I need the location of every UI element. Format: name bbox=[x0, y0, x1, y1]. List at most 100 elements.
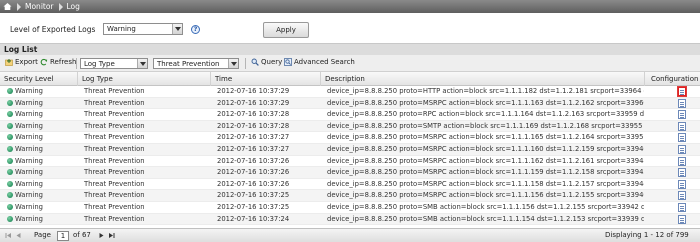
table-row[interactable]: Warning Threat Prevention 2012-07-16 10:37… bbox=[0, 97, 700, 110]
page-count-label: of 67 bbox=[73, 231, 91, 239]
breadcrumb-separator-icon bbox=[58, 2, 63, 11]
page-number-input[interactable]: 1 bbox=[57, 231, 69, 241]
log-category-select[interactable]: Threat Prevention bbox=[153, 58, 239, 69]
table-row[interactable]: Warning Threat Prevention 2012-07-16 10:37… bbox=[0, 86, 700, 98]
status-dot-icon bbox=[7, 192, 13, 199]
advanced-search-icon bbox=[284, 58, 292, 66]
breadcrumb-monitor[interactable]: Monitor bbox=[12, 2, 54, 11]
query-button[interactable]: Query bbox=[251, 58, 282, 66]
table-row[interactable]: Warning Threat Prevention 2012-07-16 10:37… bbox=[0, 144, 700, 156]
export-level-label: Level of Exported Logs bbox=[10, 25, 96, 34]
chevron-down-icon[interactable] bbox=[137, 59, 147, 68]
magnifier-icon bbox=[251, 58, 259, 66]
table-row[interactable]: Warning Threat Prevention 2012-07-16 10:37… bbox=[0, 179, 700, 191]
description-cell: device_ip=8.8.8.250 proto=MSRPC action=b… bbox=[327, 179, 644, 188]
next-page-icon[interactable] bbox=[98, 232, 105, 239]
export-level-value: Warning bbox=[107, 25, 136, 33]
help-icon[interactable]: ? bbox=[191, 25, 200, 34]
log-table-header: Security Level Log Type Time Description… bbox=[0, 72, 700, 86]
configuration-document-icon[interactable] bbox=[678, 214, 686, 224]
log-type-cell: Threat Prevention bbox=[84, 98, 145, 107]
apply-button[interactable]: Apply bbox=[263, 22, 309, 38]
configuration-document-icon[interactable] bbox=[678, 121, 686, 131]
page-label: Page bbox=[34, 231, 51, 239]
log-type-cell: Threat Prevention bbox=[84, 179, 145, 188]
configuration-document-icon[interactable] bbox=[678, 179, 686, 189]
log-type-cell: Threat Prevention bbox=[84, 203, 145, 211]
first-page-icon[interactable] bbox=[5, 232, 12, 239]
refresh-button[interactable]: Refresh bbox=[40, 58, 76, 66]
description-cell: device_ip=8.8.8.250 proto=HTTP action=bl… bbox=[327, 87, 644, 95]
description-cell: device_ip=8.8.8.250 proto=MSRPC action=b… bbox=[327, 168, 644, 177]
last-page-icon[interactable] bbox=[108, 232, 115, 239]
configuration-document-icon[interactable] bbox=[678, 133, 686, 143]
export-icon bbox=[5, 58, 13, 66]
log-type-cell: Threat Prevention bbox=[84, 168, 145, 177]
status-dot-icon bbox=[7, 88, 13, 94]
description-cell: device_ip=8.8.8.250 proto=MSRPC action=b… bbox=[327, 191, 644, 200]
configuration-document-icon[interactable] bbox=[677, 86, 687, 97]
security-level-text: Warning bbox=[15, 133, 43, 142]
toolbar-divider bbox=[76, 58, 77, 69]
export-level-select[interactable]: Warning bbox=[103, 23, 183, 35]
column-header-description[interactable]: Description bbox=[321, 72, 645, 86]
log-table-body: Warning Threat Prevention 2012-07-16 10:37… bbox=[0, 86, 700, 226]
column-header-security-level[interactable]: Security Level bbox=[0, 72, 78, 86]
chevron-down-icon[interactable] bbox=[228, 59, 238, 68]
configuration-document-icon[interactable] bbox=[678, 203, 686, 212]
home-icon[interactable] bbox=[3, 2, 12, 11]
table-row[interactable]: Warning Threat Prevention 2012-07-16 10:37… bbox=[0, 156, 700, 168]
time-cell: 2012-07-16 10:37:27 bbox=[217, 145, 290, 153]
security-level-cell: Warning bbox=[4, 144, 78, 155]
security-level-cell: Warning bbox=[4, 109, 78, 120]
previous-page-icon[interactable] bbox=[15, 232, 22, 239]
configuration-document-icon[interactable] bbox=[678, 156, 686, 166]
configuration-document-icon[interactable] bbox=[678, 191, 686, 201]
time-cell: 2012-07-16 10:37:28 bbox=[217, 121, 290, 130]
status-dot-icon bbox=[7, 134, 13, 141]
configuration-document-icon[interactable] bbox=[678, 98, 686, 108]
log-type-select[interactable]: Log Type bbox=[80, 58, 148, 69]
configuration-document-icon[interactable] bbox=[678, 110, 686, 120]
table-row[interactable]: Warning Threat Prevention 2012-07-16 10:37… bbox=[0, 120, 700, 133]
status-dot-icon bbox=[7, 146, 13, 152]
breadcrumb-log[interactable]: Log bbox=[54, 2, 80, 11]
table-row[interactable]: Warning Threat Prevention 2012-07-16 10:37… bbox=[0, 167, 700, 179]
table-row[interactable]: Warning Threat Prevention 2012-07-16 10:37… bbox=[0, 213, 700, 226]
log-type-cell: Threat Prevention bbox=[84, 145, 145, 153]
status-dot-icon bbox=[7, 180, 13, 187]
table-row[interactable]: Warning Threat Prevention 2012-07-16 10:37… bbox=[0, 190, 700, 202]
time-cell: 2012-07-16 10:37:24 bbox=[217, 214, 290, 223]
export-label: Export bbox=[15, 58, 38, 66]
column-header-configuration[interactable]: Configuration bbox=[645, 72, 700, 86]
description-cell: device_ip=8.8.8.250 proto=SMTP action=bl… bbox=[327, 121, 644, 130]
log-type-cell: Threat Prevention bbox=[84, 133, 145, 142]
time-cell: 2012-07-16 10:37:29 bbox=[217, 87, 290, 95]
breadcrumb-log-label: Log bbox=[66, 2, 80, 11]
security-level-text: Warning bbox=[15, 191, 43, 200]
configuration-document-icon[interactable] bbox=[678, 168, 686, 178]
log-type-cell: Threat Prevention bbox=[84, 121, 145, 130]
log-toolbar: Export Refresh Log Type Threat Preventio… bbox=[0, 55, 700, 72]
security-level-text: Warning bbox=[15, 98, 43, 107]
description-cell: device_ip=8.8.8.250 proto=SMB action=blo… bbox=[327, 214, 644, 223]
refresh-icon bbox=[40, 58, 48, 66]
display-count-text: Displaying 1 - 12 of 799 bbox=[605, 231, 689, 239]
refresh-label: Refresh bbox=[50, 58, 77, 66]
table-row[interactable]: Warning Threat Prevention 2012-07-16 10:37… bbox=[0, 202, 700, 214]
configuration-document-icon[interactable] bbox=[678, 145, 686, 154]
security-level-text: Warning bbox=[15, 110, 43, 119]
status-dot-icon bbox=[7, 204, 13, 210]
security-level-text: Warning bbox=[15, 145, 43, 153]
log-type-cell: Threat Prevention bbox=[84, 191, 145, 200]
export-button[interactable]: Export bbox=[5, 58, 38, 66]
time-cell: 2012-07-16 10:37:28 bbox=[217, 110, 290, 119]
column-header-time[interactable]: Time bbox=[211, 72, 321, 86]
table-row[interactable]: Warning Threat Prevention 2012-07-16 10:37… bbox=[0, 109, 700, 121]
security-level-text: Warning bbox=[15, 179, 43, 188]
chevron-down-icon[interactable] bbox=[172, 24, 182, 34]
column-header-log-type[interactable]: Log Type bbox=[78, 72, 211, 86]
table-row[interactable]: Warning Threat Prevention 2012-07-16 10:37… bbox=[0, 132, 700, 144]
export-filter-bar: Level of Exported Logs Warning ? Apply bbox=[0, 13, 700, 43]
advanced-search-button[interactable]: Advanced Search bbox=[284, 58, 355, 66]
